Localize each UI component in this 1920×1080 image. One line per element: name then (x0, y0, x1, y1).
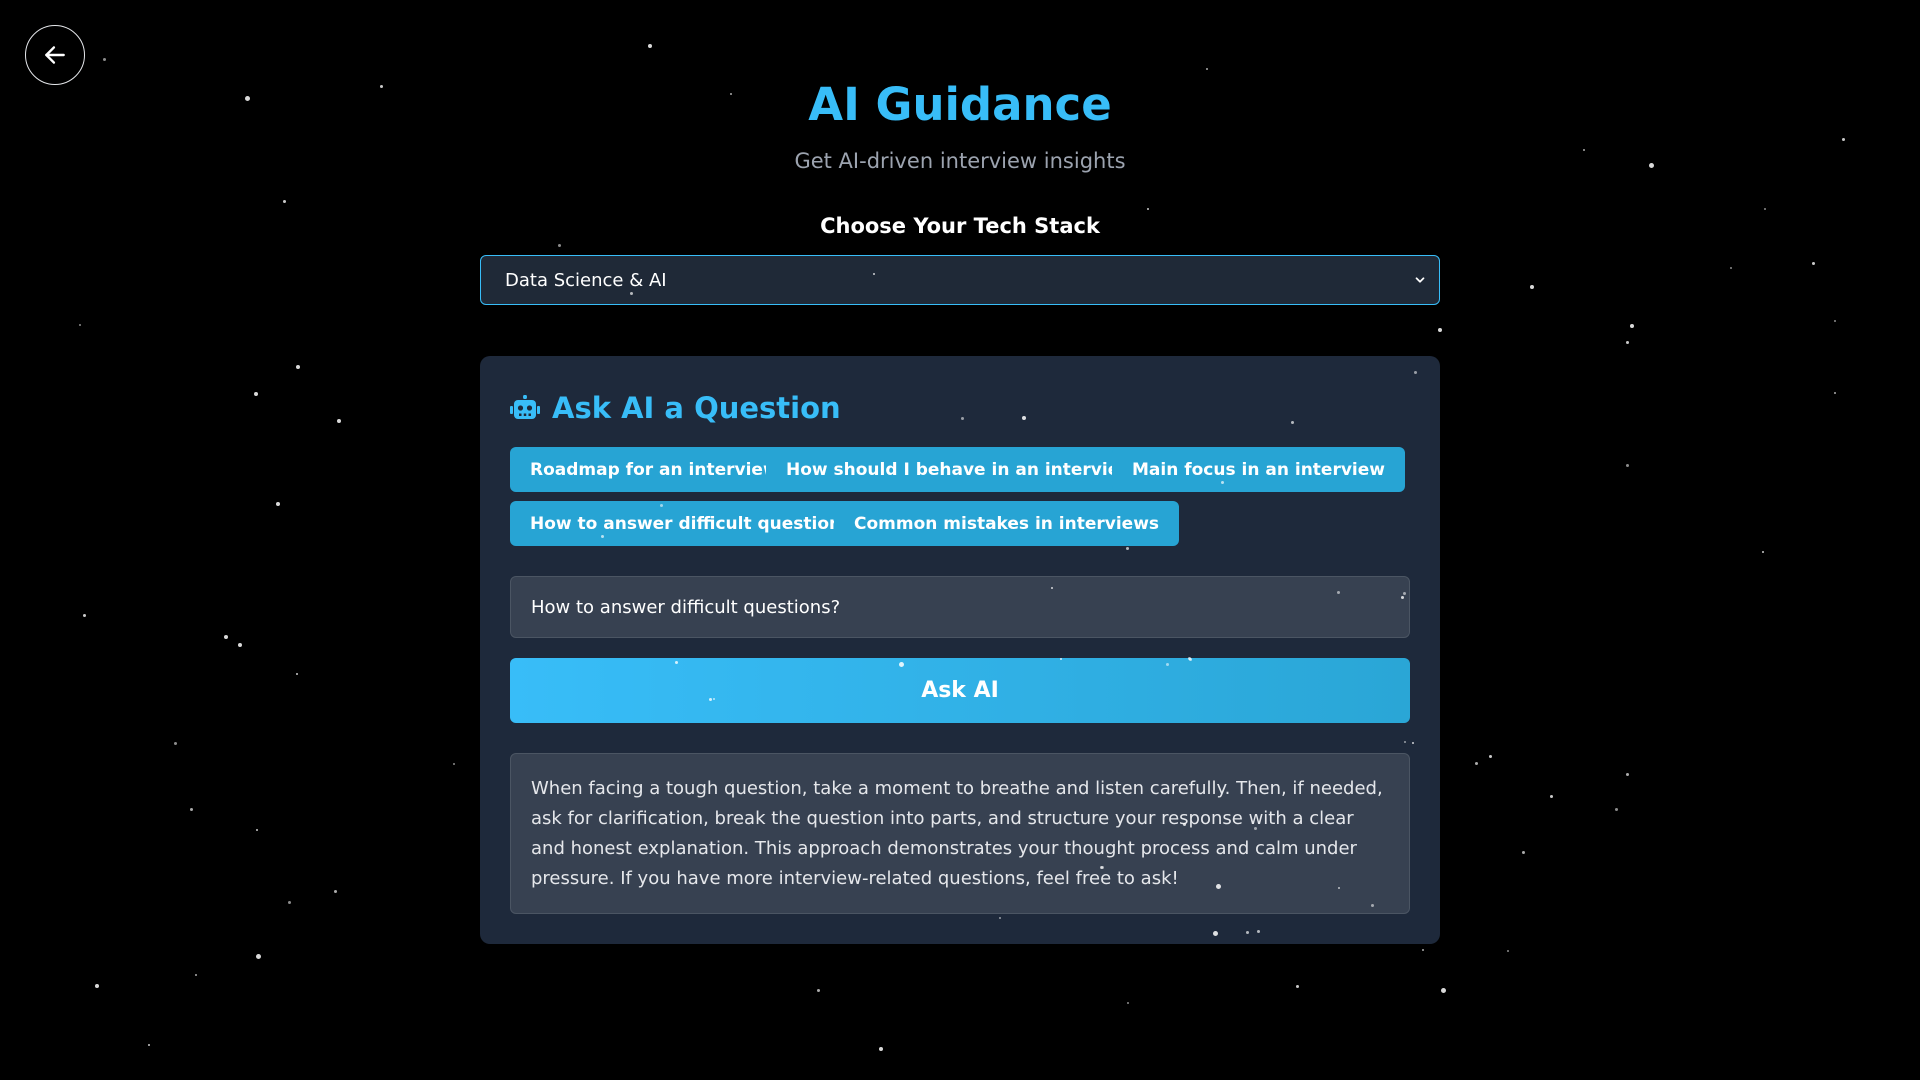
star-dot (173, 741, 177, 745)
star-dot (1440, 987, 1446, 993)
star-dot (79, 324, 81, 326)
page-title: AI Guidance (808, 78, 1112, 131)
suggestion-difficult-questions[interactable]: How to answer difficult questions? (510, 501, 882, 546)
star-dot (1730, 267, 1732, 269)
tech-stack-selected-value: Data Science & AI (505, 269, 667, 291)
star-dot (1438, 328, 1442, 332)
star-dot (1625, 340, 1629, 344)
back-button[interactable] (25, 25, 85, 85)
star-dot (1521, 850, 1525, 854)
star-dot (254, 392, 258, 396)
star-dot (1625, 772, 1629, 776)
star-dot (337, 419, 341, 423)
star-dot (333, 889, 337, 893)
arrow-left-icon (42, 42, 68, 68)
page-subtitle: Get AI-driven interview insights (794, 149, 1126, 173)
star-dot (1507, 950, 1509, 952)
ask-ai-button[interactable]: Ask AI (510, 658, 1410, 723)
star-dot (1127, 1002, 1129, 1004)
star-dot (148, 1044, 150, 1046)
star-dot (1549, 794, 1553, 798)
star-dot (816, 988, 820, 992)
star-dot (1147, 208, 1149, 210)
ask-ai-heading: Ask AI a Question (510, 391, 841, 425)
star-dot (1764, 208, 1766, 210)
ask-ai-card: Ask AI a Question Roadmap for an intervi… (480, 356, 1440, 944)
question-input[interactable]: How to answer difficult questions? (510, 576, 1410, 638)
star-dot (1834, 320, 1836, 322)
star-dot (1488, 754, 1492, 758)
star-dot (1811, 261, 1815, 265)
star-dot (296, 365, 300, 369)
star-dot (276, 502, 280, 506)
star-dot (282, 199, 286, 203)
suggestion-behave[interactable]: How should I behave in an interview? (766, 447, 1165, 492)
star-dot (1422, 949, 1424, 951)
ask-ai-heading-text: Ask AI a Question (552, 391, 841, 425)
tech-stack-label: Choose Your Tech Stack (820, 214, 1100, 238)
star-dot (648, 44, 652, 48)
star-dot (1630, 324, 1634, 328)
star-dot (1614, 807, 1618, 811)
star-dot (95, 984, 99, 988)
suggestion-common-mistakes[interactable]: Common mistakes in interviews (834, 501, 1180, 546)
robot-icon (510, 395, 540, 421)
suggestion-main-focus[interactable]: Main focus in an interview (1112, 447, 1405, 492)
star-dot (255, 953, 261, 959)
star-dot (1530, 285, 1534, 289)
star-dot (1206, 68, 1208, 70)
star-dot (1474, 761, 1478, 765)
star-dot (195, 974, 197, 976)
star-dot (238, 643, 242, 647)
star-dot (102, 57, 106, 61)
star-dot (82, 613, 86, 617)
star-dot (224, 635, 228, 639)
star-dot (453, 763, 455, 765)
chevron-down-icon (1413, 271, 1427, 292)
star-dot (1625, 463, 1629, 467)
star-dot (1295, 984, 1299, 988)
star-dot (256, 829, 258, 831)
ai-answer-text: When facing a tough question, take a mom… (510, 753, 1410, 914)
star-dot (189, 807, 193, 811)
star-dot (1841, 137, 1845, 141)
star-dot (296, 673, 298, 675)
tech-stack-select[interactable]: Data Science & AI (480, 255, 1440, 305)
star-dot (1834, 392, 1836, 394)
star-dot (557, 243, 561, 247)
star-dot (1762, 551, 1764, 553)
suggestion-roadmap[interactable]: Roadmap for an interview (510, 447, 799, 492)
star-dot (287, 900, 291, 904)
star-dot (879, 1047, 883, 1051)
